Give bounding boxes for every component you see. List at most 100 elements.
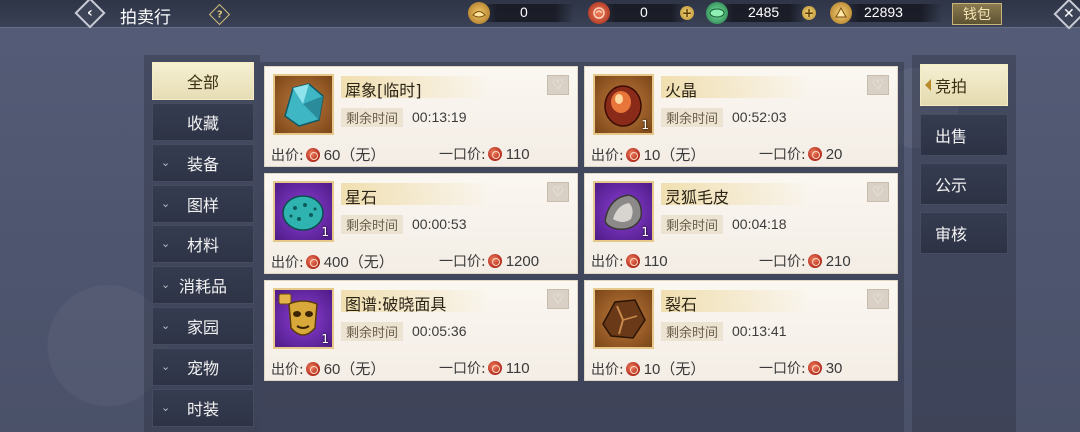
red-coin-icon xyxy=(625,147,640,162)
red-coin-icon xyxy=(487,361,502,375)
time-remaining: 00:00:53 xyxy=(412,216,467,232)
red-token-icon xyxy=(588,2,610,24)
currency-jade-value: 2485 xyxy=(748,4,780,20)
listing-card[interactable]: 1 星石 ♡ 剩余时间 00:00:53 出价: 400（无） 一口价: 120… xyxy=(264,173,578,274)
item-name: 图谱:破晓面具 xyxy=(345,295,447,314)
category-home[interactable]: ⌄ 家园 xyxy=(152,307,254,345)
red-coin-icon xyxy=(807,147,822,161)
help-button[interactable]: ? xyxy=(208,3,230,25)
favorite-heart-button[interactable]: ♡ xyxy=(547,182,569,202)
buyout-price: 一口价: 210 xyxy=(759,251,851,271)
category-label: 收藏 xyxy=(186,114,219,133)
red-coin-icon xyxy=(625,361,640,376)
category-all[interactable]: 全部 xyxy=(152,62,254,100)
category-label: 消耗品 xyxy=(178,277,227,296)
buyout-value: 30 xyxy=(825,359,843,377)
heart-icon: ♡ xyxy=(552,184,564,200)
tab-sell[interactable]: 出售 xyxy=(920,114,1008,156)
add-jade-button[interactable]: + xyxy=(802,6,816,20)
item-quantity: 1 xyxy=(641,118,649,132)
category-patterns[interactable]: ⌄ 图样 xyxy=(152,185,254,223)
buyout-label: 一口价: xyxy=(439,254,486,270)
buyout-price: 一口价: 110 xyxy=(439,144,530,164)
cracked-stone-icon xyxy=(602,299,646,339)
buyout-price: 一口价: 20 xyxy=(759,144,842,164)
chevron-down-icon: ⌄ xyxy=(161,319,171,332)
heart-icon: ♡ xyxy=(872,291,884,307)
heart-icon: ♡ xyxy=(552,77,564,93)
bid-value: 60（无） xyxy=(323,147,386,164)
favorite-heart-button[interactable]: ♡ xyxy=(867,182,889,202)
tab-public-notice[interactable]: 公示 xyxy=(920,163,1008,205)
bid-value: 400（无） xyxy=(323,254,394,271)
bid-label: 出价: xyxy=(271,147,304,164)
category-label: 宠物 xyxy=(186,359,219,378)
buyout-label: 一口价: xyxy=(759,147,806,163)
buyout-value: 110 xyxy=(505,359,530,377)
buyout-value: 110 xyxy=(505,145,530,163)
listing-card[interactable]: 1 火晶 ♡ 剩余时间 00:52:03 出价: 10（无） 一口价: 20 xyxy=(584,66,898,167)
category-consumables[interactable]: ⌄ 消耗品 xyxy=(152,266,254,304)
close-icon: ✕ xyxy=(1063,5,1075,22)
listing-card[interactable]: 犀象[临时] ♡ 剩余时间 00:13:19 出价: 60（无） 一口价: 11… xyxy=(264,66,578,167)
time-label: 剩余时间 xyxy=(661,322,723,341)
bid-label: 出价: xyxy=(591,147,624,164)
buyout-label: 一口价: xyxy=(439,147,486,163)
bid-price: 出价: 400（无） xyxy=(271,251,394,272)
heart-icon: ♡ xyxy=(872,184,884,200)
category-pets[interactable]: ⌄ 宠物 xyxy=(152,348,254,386)
category-label: 材料 xyxy=(186,236,219,255)
category-equipment[interactable]: ⌄ 装备 xyxy=(152,144,254,182)
currency-gold-value: 0 xyxy=(520,4,528,20)
time-remaining: 00:04:18 xyxy=(732,216,787,232)
currency-coin-value: 22893 xyxy=(864,4,903,20)
favorite-heart-button[interactable]: ♡ xyxy=(547,75,569,95)
item-name: 裂石 xyxy=(665,295,698,314)
category-materials[interactable]: ⌄ 材料 xyxy=(152,225,254,263)
time-remaining: 00:52:03 xyxy=(732,109,787,125)
category-label: 图样 xyxy=(186,196,219,215)
time-remaining: 00:13:19 xyxy=(412,109,467,125)
category-favorites[interactable]: 收藏 xyxy=(152,103,254,141)
tab-bidding[interactable]: 竞拍 xyxy=(920,64,1008,106)
add-red-token-button[interactable]: + xyxy=(680,6,694,20)
bid-label: 出价: xyxy=(271,254,304,271)
item-icon xyxy=(273,74,334,135)
red-coin-icon xyxy=(625,254,640,268)
time-label: 剩余时间 xyxy=(341,215,403,234)
chevron-down-icon: ⌄ xyxy=(161,278,171,291)
bid-value: 10（无） xyxy=(643,361,706,378)
gold-ingot-icon xyxy=(468,2,490,24)
favorite-heart-button[interactable]: ♡ xyxy=(867,289,889,309)
red-coin-icon xyxy=(487,254,502,268)
close-button[interactable]: ✕ xyxy=(1053,0,1080,30)
listing-card[interactable]: 裂石 ♡ 剩余时间 00:13:41 出价: 10（无） 一口价: 30 xyxy=(584,280,898,381)
tab-label: 公示 xyxy=(935,176,968,195)
wallet-button[interactable]: 钱包 xyxy=(952,3,1002,25)
category-fashion[interactable]: ⌄ 时装 xyxy=(152,389,254,427)
item-name: 犀象[临时] xyxy=(345,81,422,100)
tab-review[interactable]: 审核 xyxy=(920,212,1008,254)
item-quantity: 1 xyxy=(321,225,329,239)
bid-value: 110 xyxy=(643,252,668,270)
item-quantity: 1 xyxy=(321,332,329,346)
red-coin-icon xyxy=(807,254,822,268)
bid-price: 出价: 10（无） xyxy=(591,358,705,379)
chevron-down-icon: ⌄ xyxy=(161,360,171,373)
buyout-label: 一口价: xyxy=(759,361,806,377)
teal-crystal-icon xyxy=(284,83,324,127)
tab-label: 出售 xyxy=(935,127,968,146)
red-coin-icon xyxy=(305,254,320,269)
listing-card[interactable]: 1 灵狐毛皮 ♡ 剩余时间 00:04:18 出价: 110 一口价: 210 xyxy=(584,173,898,274)
time-label: 剩余时间 xyxy=(661,215,723,234)
favorite-heart-button[interactable]: ♡ xyxy=(867,75,889,95)
currency-red-value: 0 xyxy=(640,4,648,20)
listing-card[interactable]: 1 图谱:破晓面具 ♡ 剩余时间 00:05:36 出价: 60（无） 一口价:… xyxy=(264,280,578,381)
bid-value: 10（无） xyxy=(643,147,706,164)
time-label: 剩余时间 xyxy=(341,108,403,127)
bid-value: 60（无） xyxy=(323,361,386,378)
item-icon: 1 xyxy=(593,181,654,242)
favorite-heart-button[interactable]: ♡ xyxy=(547,289,569,309)
chevron-down-icon: ⌄ xyxy=(161,156,171,169)
back-button[interactable]: ‹ xyxy=(72,0,108,29)
